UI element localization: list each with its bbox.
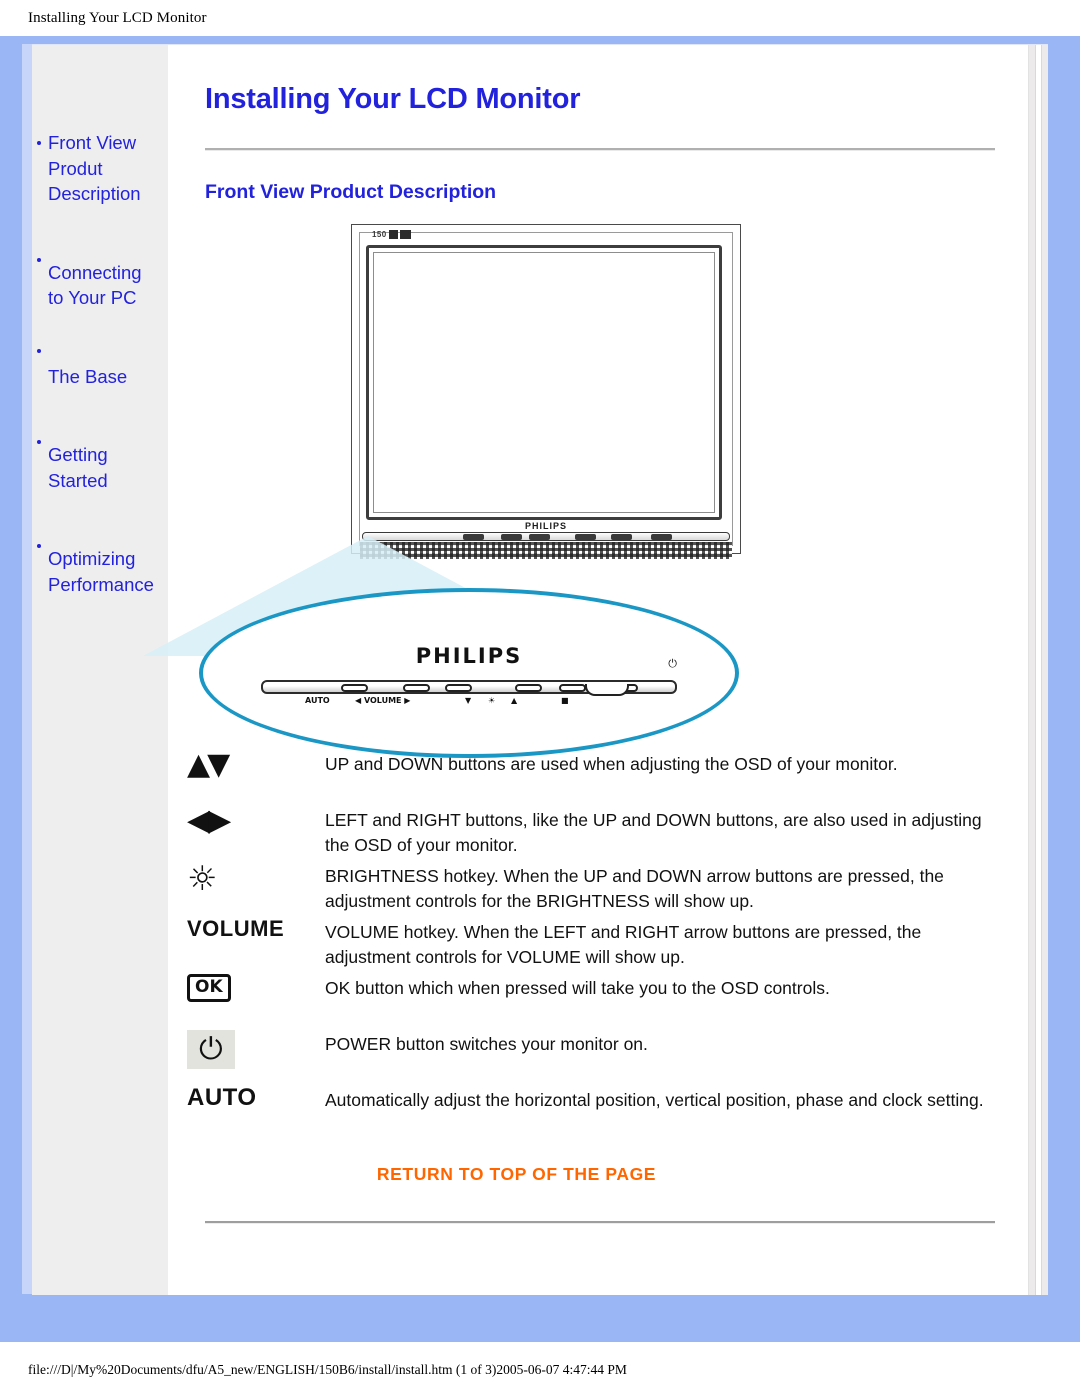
callout-brand: PHILIPS xyxy=(415,644,523,668)
volume-label-icon: VOLUME xyxy=(187,916,285,941)
page-title: Installing Your LCD Monitor xyxy=(205,83,581,115)
ok-button-icon: OK xyxy=(187,974,231,1002)
sidebar-list: Front View Produt Description Connecting… xyxy=(32,79,168,597)
monitor-figure: 150 PHILIPS PHILIPS ⏻ AUTO ◀ VOLUME ▶ ▼ … xyxy=(143,216,1000,758)
sidebar-item-connecting-to-your-pc[interactable]: Connecting to Your PC xyxy=(32,209,168,311)
monitor-brand-small: PHILIPS xyxy=(524,521,567,531)
callout-btn-volume-right[interactable] xyxy=(445,684,472,692)
sidebar-item-label: Connecting to Your PC xyxy=(48,261,142,309)
scrollbar-thumb[interactable] xyxy=(1035,45,1042,1295)
legend-description: LEFT and RIGHT buttons, like the UP and … xyxy=(325,810,982,855)
left-right-arrows-icon: ◀▶ xyxy=(187,803,231,838)
legend-row: VOLUME VOLUME hotkey. When the LEFT and … xyxy=(173,918,1000,974)
sidebar: Front View Produt Description Connecting… xyxy=(32,45,168,1295)
legend-icon-cell: ◀▶ xyxy=(173,806,325,862)
legend-row: ☼ BRIGHTNESS hotkey. When the UP and DOW… xyxy=(173,862,1000,918)
sidebar-item-front-view-product-description[interactable]: Front View Produt Description xyxy=(32,79,168,207)
monitor-illustration: 150 PHILIPS xyxy=(351,224,741,559)
model-chip2-icon xyxy=(399,230,411,239)
zoom-callout-wrap: PHILIPS ⏻ AUTO ◀ VOLUME ▶ ▼ ☀ ▲ ■ xyxy=(173,568,793,768)
main-content: Installing Your LCD Monitor Front View P… xyxy=(143,45,1028,1295)
power-symbol-icon: ⏻ xyxy=(668,658,677,670)
callout-caption-brightness: ☀ xyxy=(488,696,496,705)
bullet-icon xyxy=(37,140,41,145)
legend-icon-cell: ☼ xyxy=(173,862,325,918)
callout-caption-down: ▼ xyxy=(465,696,472,705)
legend-icon-cell: AUTO xyxy=(173,1086,325,1142)
callout-btn-down[interactable] xyxy=(515,684,542,692)
legend-icon-cell: ⏻ xyxy=(173,1030,325,1086)
print-footer: file:///D|/My%20Documents/dfu/A5_new/ENG… xyxy=(0,1342,1080,1397)
brightness-icon: ☼ xyxy=(187,859,218,899)
callout-btn-power[interactable] xyxy=(585,684,629,696)
callout-caption-ok: ■ xyxy=(561,696,569,705)
power-button-icon: ⏻ xyxy=(187,1030,235,1069)
bullet-icon xyxy=(37,544,41,548)
sidebar-item-label: Optimizing Performance xyxy=(48,548,154,595)
legend-description: POWER button switches your monitor on. xyxy=(325,1034,648,1054)
bullet-icon xyxy=(37,348,41,353)
divider-bottom xyxy=(205,1221,995,1224)
legend-description: OK button which when pressed will take y… xyxy=(325,978,830,998)
section-title: Front View Product Description xyxy=(205,181,497,203)
ctrl-btn-up-small xyxy=(611,534,632,540)
legend-icon-cell: VOLUME xyxy=(173,918,325,974)
frame-inner-strip xyxy=(22,44,32,1294)
page-root: Installing Your LCD Monitor Front View P… xyxy=(0,0,1080,1397)
legend-row: AUTO Automatically adjust the horizontal… xyxy=(173,1086,1000,1142)
legend-description: Automatically adjust the horizontal posi… xyxy=(325,1090,984,1110)
callout-caption-auto: AUTO xyxy=(305,696,330,705)
legend-row: ◀▶ LEFT and RIGHT buttons, like the UP a… xyxy=(173,806,1000,862)
callout-caption-up: ▲ xyxy=(511,696,518,705)
legend-description: BRIGHTNESS hotkey. When the UP and DOWN … xyxy=(325,866,944,911)
document-page: Front View Produt Description Connecting… xyxy=(32,44,1048,1295)
sidebar-item-label: Getting Started xyxy=(48,444,108,491)
sidebar-item-label: The Base xyxy=(48,365,128,387)
return-to-top-link[interactable]: RETURN TO TOP OF THE PAGE xyxy=(173,1164,1000,1185)
legend-row: ⏻ POWER button switches your monitor on. xyxy=(173,1030,1000,1086)
callout-btn-auto[interactable] xyxy=(341,684,368,692)
callout-caption-volume: ◀ VOLUME ▶ xyxy=(355,696,411,705)
monitor-model-label: 150 xyxy=(372,230,411,239)
print-header-title: Installing Your LCD Monitor xyxy=(28,9,207,26)
bullet-icon xyxy=(37,257,41,262)
monitor-screen xyxy=(373,252,715,513)
callout-btn-up[interactable] xyxy=(559,684,586,692)
sidebar-item-label: Front View Produt Description xyxy=(48,132,141,204)
ctrl-btn-ok-small xyxy=(651,534,672,540)
divider-top xyxy=(205,148,995,151)
zoom-callout-oval: PHILIPS ⏻ AUTO ◀ VOLUME ▶ ▼ ☀ ▲ ■ xyxy=(199,588,739,758)
print-footer-path: file:///D|/My%20Documents/dfu/A5_new/ENG… xyxy=(28,1361,627,1377)
legend-icon-cell: OK xyxy=(173,974,325,1030)
monitor-bezel xyxy=(366,245,722,520)
sidebar-item-getting-started[interactable]: Getting Started xyxy=(32,391,168,493)
print-header: Installing Your LCD Monitor xyxy=(0,0,1080,36)
legend-row: OK OK button which when pressed will tak… xyxy=(173,974,1000,1030)
callout-control-bar xyxy=(261,680,677,696)
auto-button-icon: AUTO xyxy=(187,1084,257,1111)
bullet-icon xyxy=(37,440,41,444)
sidebar-item-the-base[interactable]: The Base xyxy=(32,313,168,390)
legend-description: VOLUME hotkey. When the LEFT and RIGHT a… xyxy=(325,922,922,967)
button-legend-table: ▲▼ UP and DOWN buttons are used when adj… xyxy=(173,750,1000,1142)
callout-btn-volume-left[interactable] xyxy=(403,684,430,692)
model-chip-icon xyxy=(388,230,398,239)
